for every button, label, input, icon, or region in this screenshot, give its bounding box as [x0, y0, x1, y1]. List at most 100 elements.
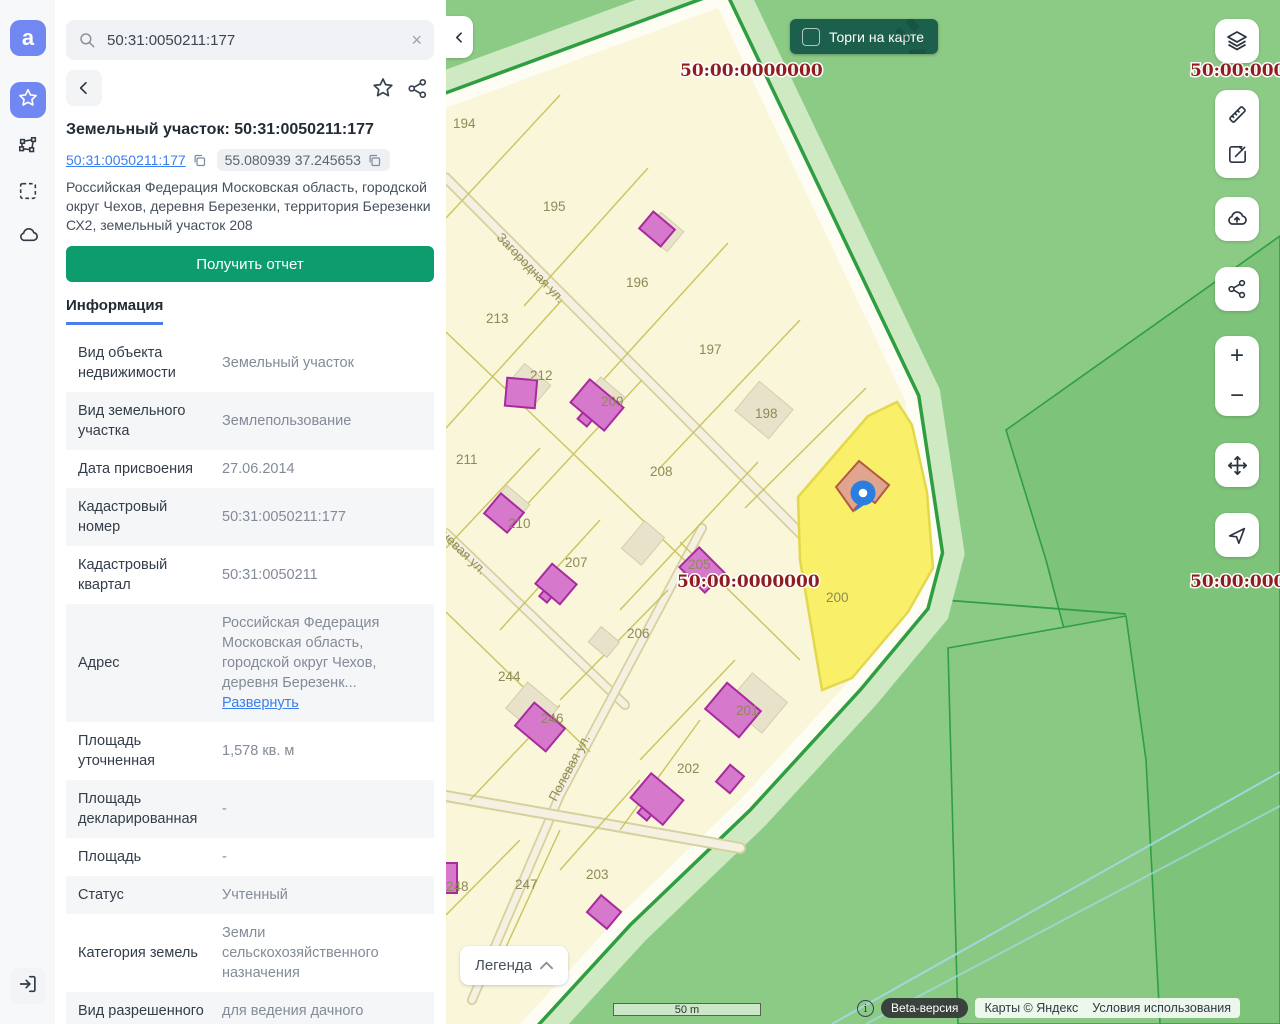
select-area-button[interactable] [10, 175, 46, 211]
parcel-label: 205 [688, 557, 711, 572]
legend-button[interactable]: Легенда [460, 946, 568, 985]
search-bar: × [66, 20, 434, 60]
star-icon [17, 87, 39, 114]
terms-link[interactable]: Условия использования [1092, 1001, 1231, 1015]
app: a [0, 0, 1280, 1024]
upload-layer-button[interactable] [1215, 197, 1259, 241]
edit-button[interactable] [1215, 134, 1259, 174]
parcel-label: 212 [530, 368, 553, 383]
polygon-icon [17, 135, 39, 162]
legend-label: Легенда [475, 957, 532, 974]
locate-me-button[interactable] [1215, 513, 1259, 557]
parcel-label: 196 [626, 275, 649, 290]
layers-icon [1225, 29, 1249, 53]
draw-polygon-button[interactable] [10, 130, 46, 166]
info-icon[interactable]: i [857, 1000, 874, 1017]
info-row: Кадастровый номер50:31:0050211:177 [66, 488, 434, 546]
auctions-on-map-toggle[interactable]: Торги на карте [790, 19, 938, 54]
parcel-label: 198 [755, 406, 778, 421]
pan-mode-button[interactable] [1215, 443, 1259, 487]
favorites-button[interactable] [10, 82, 46, 118]
get-report-button[interactable]: Получить отчет [66, 246, 434, 282]
share-map-button[interactable] [1215, 267, 1259, 311]
object-badges: 50:31:0050211:177 55.080939 37.245653 [66, 149, 434, 171]
zoom-out-button[interactable]: − [1215, 376, 1259, 416]
logout-icon [17, 973, 39, 1000]
info-row: Категория земельЗемли сельскохозяйственн… [66, 914, 434, 992]
scale-bar: 50 m [613, 1003, 761, 1016]
cloud-upload-icon [1225, 207, 1249, 231]
map-area: Загородная ул. Ясеневая ул. Полевая ул. … [446, 0, 1280, 1024]
clear-search-icon[interactable]: × [411, 31, 422, 49]
measure-edit-group [1215, 90, 1259, 178]
scale-label: 50 m [675, 1004, 699, 1016]
chevron-up-icon [540, 961, 553, 970]
info-row: Дата присвоения27.06.2014 [66, 450, 434, 488]
cadastral-quarter-label: 50:00:0000000 [1190, 572, 1280, 592]
cadastral-number-link[interactable]: 50:31:0050211:177 [66, 152, 186, 168]
info-row: Вид разрешенного использованиядля ведени… [66, 992, 434, 1024]
info-row: Вид объекта недвижимостиЗемельный участо… [66, 334, 434, 392]
map-attribution: i Beta-версия Карты © Яндекс Условия исп… [857, 998, 1240, 1018]
zoom-in-button[interactable]: + [1215, 336, 1259, 376]
cadastral-map[interactable]: Загородная ул. Ясеневая ул. Полевая ул. … [446, 0, 1280, 1024]
info-row: Площадь декларированная- [66, 780, 434, 838]
back-button[interactable] [66, 70, 102, 106]
details-panel: × Земельный участок: 50:31:0050211:177 5… [55, 0, 446, 1024]
parcel-label: 247 [515, 877, 538, 892]
collapse-panel-button[interactable] [446, 16, 473, 58]
cloud-layers-button[interactable] [10, 220, 46, 256]
ruler-button[interactable] [1215, 94, 1259, 134]
info-row: СтатусУчтенный [66, 876, 434, 914]
object-toolbar [66, 70, 434, 106]
info-table: Вид объекта недвижимостиЗемельный участо… [66, 334, 434, 1024]
parcel-label: 208 [650, 464, 673, 479]
coordinates-badge: 55.080939 37.245653 [217, 149, 390, 171]
tabs: Информация [66, 297, 434, 334]
object-address: Российская Федерация Московская область,… [66, 178, 434, 235]
share-button[interactable] [400, 71, 434, 105]
parcel-label: 210 [508, 516, 531, 531]
search-icon [78, 31, 96, 49]
parcel-label: 200 [826, 590, 849, 605]
left-rail: a [0, 0, 56, 1024]
app-logo-icon[interactable]: a [10, 20, 46, 56]
info-row: Площадь уточненная1,578 кв. м [66, 722, 434, 780]
info-row: Кадастровый квартал50:31:0050211 [66, 546, 434, 604]
copy-icon[interactable] [192, 153, 207, 168]
parcel-label: 246 [541, 711, 564, 726]
expand-address-link[interactable]: Развернуть [222, 695, 299, 711]
object-title: Земельный участок: 50:31:0050211:177 [66, 121, 434, 139]
search-input[interactable] [105, 31, 411, 50]
parcel-label: 202 [677, 761, 700, 776]
dashed-square-icon [17, 180, 39, 207]
parcel-label: 248 [446, 879, 469, 894]
info-row: Площадь- [66, 838, 434, 876]
copyright-label: Карты © Яндекс [984, 1001, 1078, 1015]
gavel-icon [886, 19, 932, 54]
cadastral-quarter-label: 50:00:0000000 [677, 572, 820, 592]
cadastral-quarter-label: 50:00:0000000 [680, 61, 823, 81]
parcel-label: 197 [699, 342, 722, 357]
parcel-label: 211 [456, 452, 478, 467]
cadastral-quarter-label: 50:00:0000000 [1190, 61, 1280, 81]
info-row: Адрес Российская Федерация Московская об… [66, 604, 434, 722]
forest-polygon [948, 616, 1160, 1024]
checkbox-icon[interactable] [802, 28, 820, 46]
coordinates-value: 55.080939 37.245653 [225, 152, 361, 168]
move-icon [1226, 454, 1249, 477]
parcel-label: 206 [627, 626, 650, 641]
parcel-label: 213 [486, 311, 509, 326]
beta-badge: Beta-версия [881, 998, 968, 1018]
navigation-arrow-icon [1226, 524, 1248, 546]
copy-icon[interactable] [367, 153, 382, 168]
logout-button[interactable] [10, 968, 46, 1004]
tab-information[interactable]: Информация [66, 297, 163, 325]
ruler-icon [1226, 103, 1249, 126]
layers-button[interactable] [1215, 19, 1259, 63]
favorite-star-button[interactable] [366, 71, 400, 105]
parcel-label: 194 [453, 116, 476, 131]
parcel-label: 203 [586, 867, 609, 882]
parcel-label: 207 [565, 555, 588, 570]
parcel-label: 195 [543, 199, 566, 214]
